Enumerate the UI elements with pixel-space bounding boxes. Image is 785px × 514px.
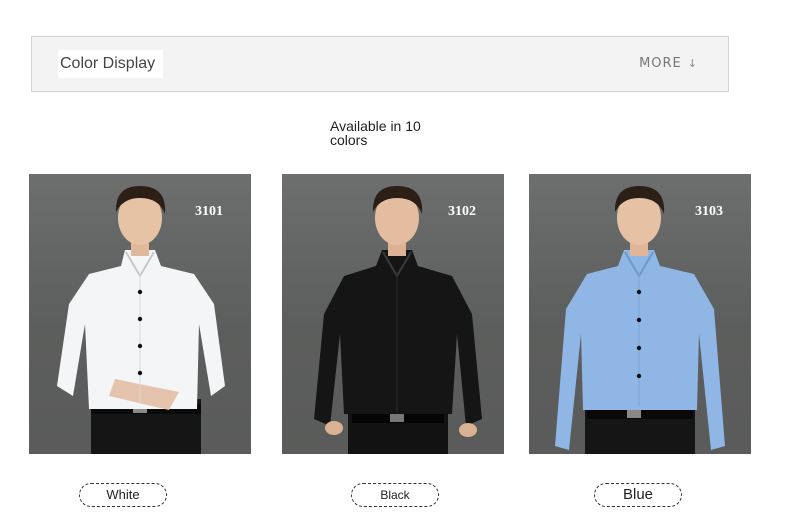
more-link[interactable]: MORE ↓ xyxy=(639,56,698,72)
product-code: 3101 xyxy=(195,204,223,219)
color-option-blue[interactable]: Blue xyxy=(594,483,682,507)
product-code: 3103 xyxy=(695,204,723,219)
product-code: 3102 xyxy=(448,204,476,219)
product-image-white[interactable]: 3101 xyxy=(29,174,251,454)
more-label: MORE xyxy=(639,56,682,71)
color-option-white[interactable]: White xyxy=(79,483,167,507)
color-display-header: Color Display MORE ↓ xyxy=(31,36,729,92)
available-colors-text: Available in 10 colors xyxy=(330,118,421,148)
down-arrow-icon: ↓ xyxy=(687,57,698,70)
color-option-black[interactable]: Black xyxy=(351,483,439,507)
product-image-black[interactable]: 3102 xyxy=(282,174,504,454)
section-title: Color Display xyxy=(58,50,164,78)
product-image-blue[interactable]: 3103 xyxy=(529,174,751,454)
